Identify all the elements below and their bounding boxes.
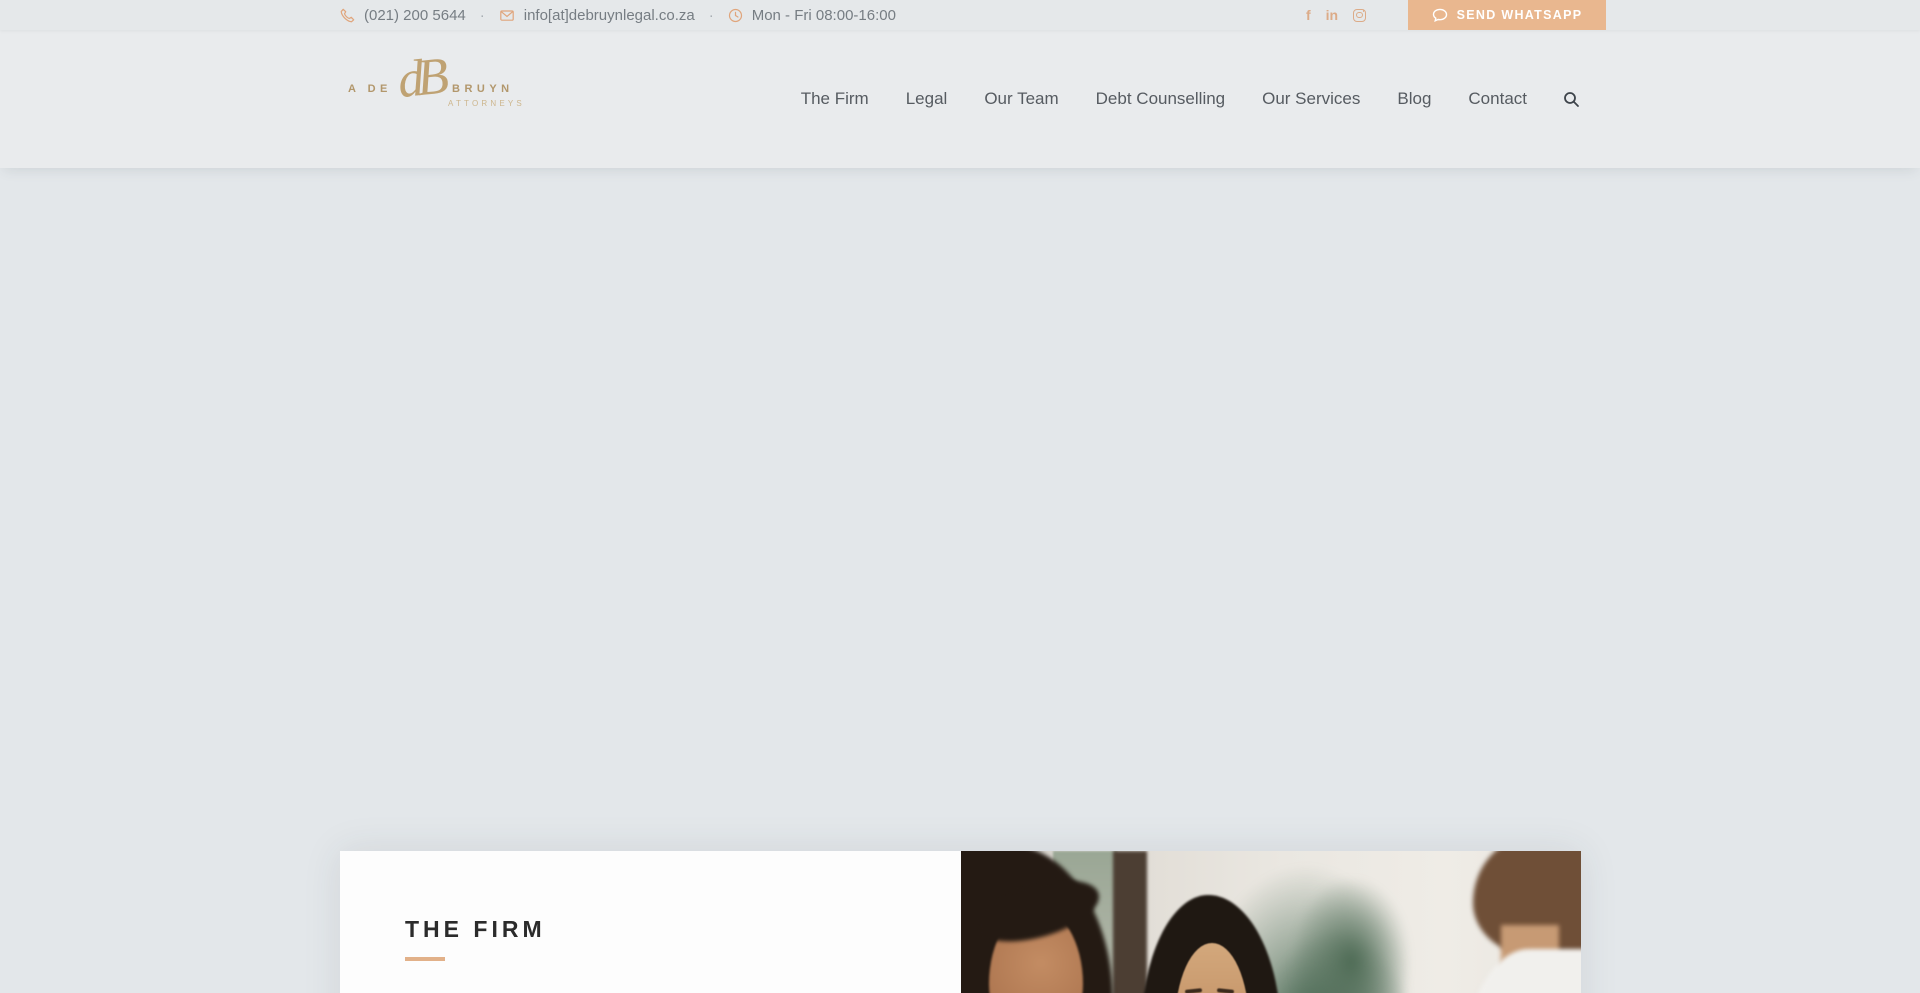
email-item[interactable]: info[at]debruynlegal.co.za xyxy=(499,7,695,24)
logo-prefix: A DE xyxy=(348,83,392,95)
photo-man-shirt xyxy=(1461,949,1581,993)
hero-section xyxy=(0,168,1920,851)
nav-link-our-services[interactable]: Our Services xyxy=(1262,89,1360,108)
site-header: A DE dB BRUYN ATTORNEYS The Firm Legal O… xyxy=(0,30,1920,168)
nav-item-our-services[interactable]: Our Services xyxy=(1262,89,1360,109)
nav-link-contact[interactable]: Contact xyxy=(1468,89,1527,108)
nav-item-our-team[interactable]: Our Team xyxy=(984,89,1058,109)
chat-bubble-icon xyxy=(1432,8,1447,23)
search-button[interactable] xyxy=(1563,91,1580,108)
social-links: f in xyxy=(1306,0,1367,30)
email-address[interactable]: info[at]debruynlegal.co.za xyxy=(524,7,695,24)
nav-item-contact[interactable]: Contact xyxy=(1468,89,1527,109)
site-logo[interactable]: A DE dB BRUYN ATTORNEYS xyxy=(340,48,550,114)
firm-text-column: THE FIRM We are a passionate and dedicat… xyxy=(340,851,961,993)
logo-monogram: dB xyxy=(394,47,445,110)
clock-icon xyxy=(728,8,742,22)
photo-woman-center-eyebrow xyxy=(1216,988,1235,993)
facebook-icon[interactable]: f xyxy=(1306,8,1311,22)
nav-link-our-team[interactable]: Our Team xyxy=(984,89,1058,108)
nav-item-the-firm[interactable]: The Firm xyxy=(801,89,869,109)
nav-link-debt-counselling[interactable]: Debt Counselling xyxy=(1096,89,1225,108)
photo-plant xyxy=(1291,877,1411,993)
phone-item[interactable]: (021) 200 5644 xyxy=(340,7,466,24)
separator-dot: · xyxy=(708,6,714,24)
hours-item: Mon - Fri 08:00-16:00 xyxy=(728,7,896,24)
phone-number[interactable]: (021) 200 5644 xyxy=(364,7,466,24)
logo-name: BRUYN xyxy=(452,83,514,95)
nav-link-legal[interactable]: Legal xyxy=(906,89,948,108)
firm-intro-paragraph: We are a passionate and dedicated team o… xyxy=(405,987,901,993)
contact-info: (021) 200 5644 · info[at]debruynlegal.co… xyxy=(340,7,896,24)
linkedin-icon[interactable]: in xyxy=(1326,8,1338,22)
mail-icon xyxy=(499,9,514,21)
firm-section-card: THE FIRM We are a passionate and dedicat… xyxy=(340,851,1581,993)
whatsapp-button-label: SEND WHATSAPP xyxy=(1456,8,1583,22)
instagram-icon[interactable] xyxy=(1353,8,1367,22)
nav-link-blog[interactable]: Blog xyxy=(1397,89,1431,108)
photo-window-frame xyxy=(1113,851,1147,993)
nav-item-blog[interactable]: Blog xyxy=(1397,89,1431,109)
firm-photo xyxy=(961,851,1581,993)
search-icon xyxy=(1564,91,1579,107)
nav-link-the-firm[interactable]: The Firm xyxy=(801,89,869,108)
nav-item-legal[interactable]: Legal xyxy=(906,89,948,109)
phone-icon xyxy=(340,8,355,22)
photo-woman-center-eyebrow xyxy=(1184,988,1203,993)
title-divider xyxy=(405,957,445,961)
topbar: (021) 200 5644 · info[at]debruynlegal.co… xyxy=(0,0,1920,30)
nav-item-debt-counselling[interactable]: Debt Counselling xyxy=(1096,89,1225,109)
business-hours: Mon - Fri 08:00-16:00 xyxy=(751,6,896,24)
firm-section-title: THE FIRM xyxy=(405,916,546,942)
main-navigation: The Firm Legal Our Team Debt Counselling… xyxy=(801,89,1580,109)
separator-dot: · xyxy=(479,6,485,24)
logo-tagline: ATTORNEYS xyxy=(448,99,525,108)
send-whatsapp-button[interactable]: SEND WHATSAPP xyxy=(1408,0,1606,30)
instagram-glyph xyxy=(1353,8,1367,22)
